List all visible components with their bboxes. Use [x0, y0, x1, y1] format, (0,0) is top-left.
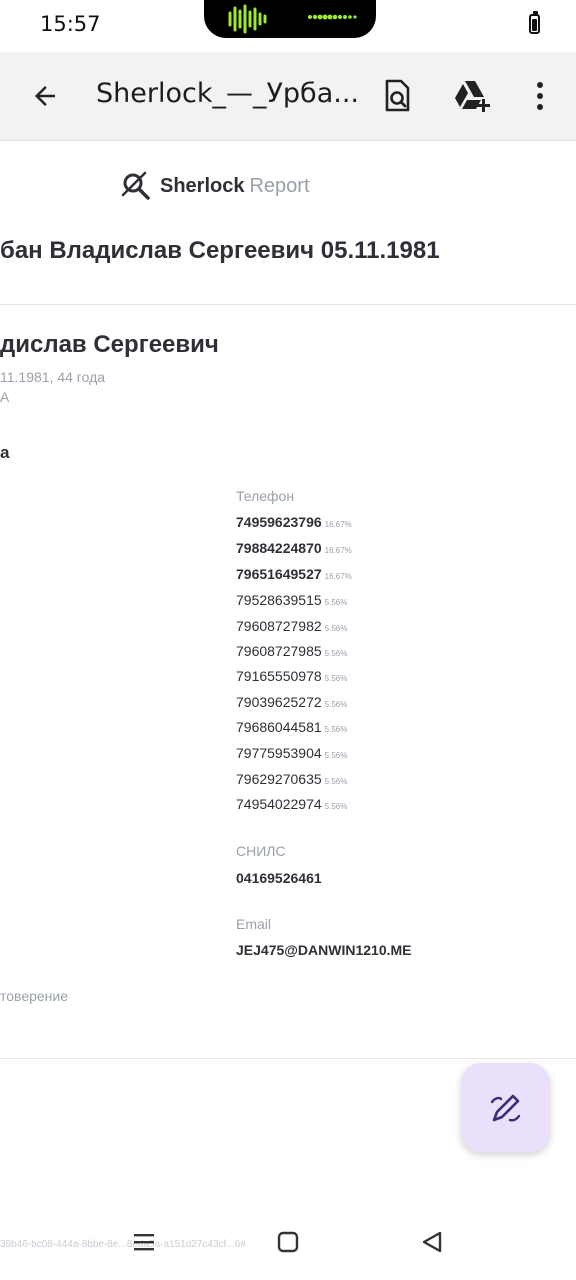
phone-entry: 79775953904 5.56%	[236, 745, 348, 761]
phone-entry: 79686044581 5.56%	[236, 719, 348, 735]
home-square-icon[interactable]	[266, 1222, 310, 1262]
extra-info: А	[0, 389, 10, 405]
document-search-icon[interactable]	[377, 76, 417, 116]
status-bar: 15:57	[0, 0, 576, 50]
status-time: 15:57	[40, 12, 101, 36]
back-triangle-icon[interactable]	[410, 1222, 454, 1262]
dynamic-island	[204, 0, 376, 38]
app-toolbar: Sherlock_—_Урба...	[0, 52, 576, 141]
document-title: Sherlock_—_Урба...	[96, 78, 359, 109]
snils-value: 04169526461	[236, 870, 322, 886]
more-vert-icon[interactable]	[520, 76, 560, 116]
section-heading: а	[0, 443, 10, 462]
divider	[0, 304, 576, 305]
phone-entry: 79608727985 5.56%	[236, 643, 348, 659]
phone-entry: 79528639515 5.56%	[236, 592, 348, 608]
menu-lines-icon[interactable]	[122, 1222, 166, 1262]
magnifier-logo-icon	[121, 171, 150, 200]
id-document-label: товерение	[0, 988, 69, 1004]
phone-entry: 79039625272 5.56%	[236, 694, 348, 710]
person-name: дислав Сергеевич	[0, 331, 219, 358]
phone-entry: 79165550978 5.56%	[236, 668, 348, 684]
birth-info: 11.1981, 44 года	[0, 369, 106, 385]
snils-label: СНИЛС	[236, 843, 286, 859]
phone-entry: 79884224870 16.67%	[236, 540, 352, 556]
audio-waveform-icon	[228, 4, 357, 34]
sherlock-logo: Sherlock Report	[120, 169, 310, 203]
phone-entry: 74954022974 5.56%	[236, 796, 348, 812]
phone-entry: 74959623796 16.67%	[236, 514, 352, 530]
report-title: бан Владислав Сергеевич 05.11.1981	[0, 237, 440, 264]
edit-draw-icon	[490, 1094, 520, 1121]
back-arrow-icon[interactable]	[25, 76, 65, 116]
phone-label: Телефон	[236, 488, 295, 504]
draw-fab-button[interactable]	[461, 1063, 550, 1152]
email-label: Email	[236, 916, 272, 932]
email-value: JEJ475@DANWIN1210.ME	[236, 942, 412, 958]
divider	[0, 1058, 576, 1059]
system-nav-bar	[0, 1210, 576, 1280]
logo-word-light: Report	[249, 174, 310, 197]
phone-entry: 79651649527 16.67%	[236, 566, 352, 582]
phone-entry: 79608727982 5.56%	[236, 618, 348, 634]
logo-word-bold: Sherlock	[160, 174, 245, 197]
phone-entry: 79629270635 5.56%	[236, 771, 348, 787]
drive-add-icon[interactable]	[453, 76, 493, 116]
battery-icon	[529, 11, 540, 34]
